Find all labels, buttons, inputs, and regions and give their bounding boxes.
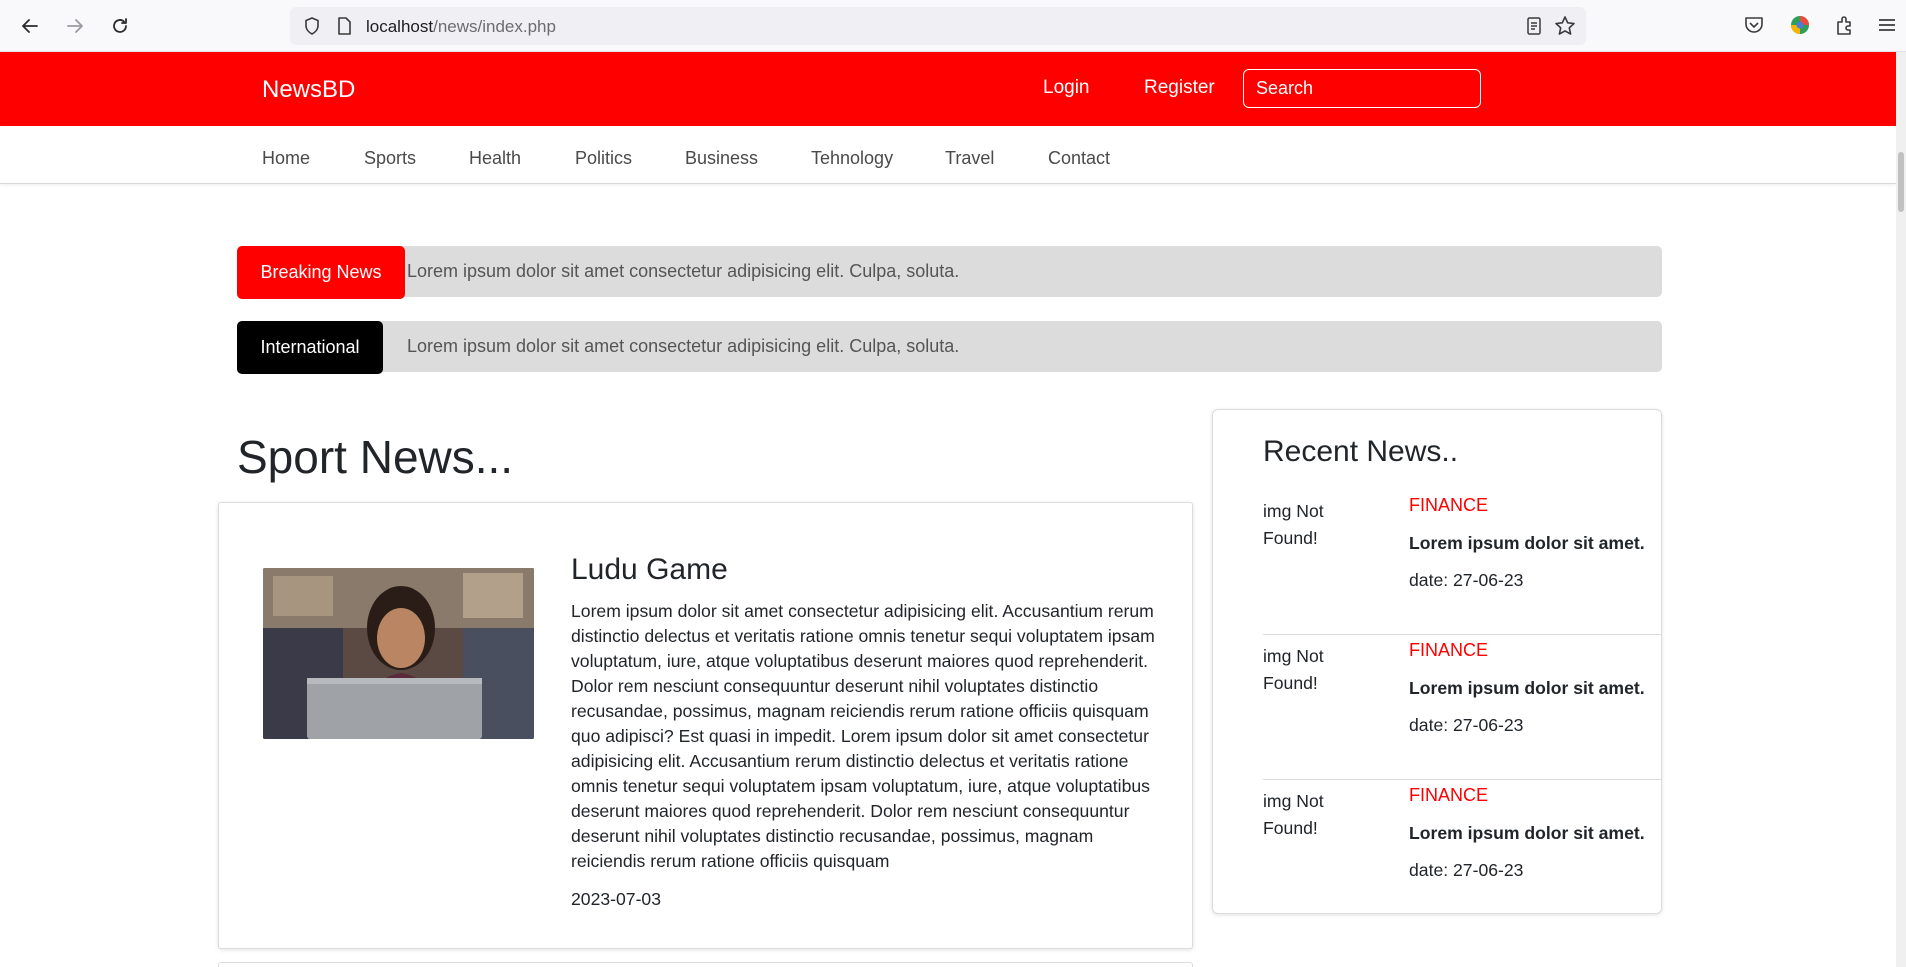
breaking-news-badge: Breaking News xyxy=(237,246,405,299)
reload-icon xyxy=(113,18,127,33)
reader-view-icon[interactable] xyxy=(1524,16,1544,36)
page-scrollbar[interactable] xyxy=(1896,52,1906,967)
international-badge: International xyxy=(237,321,383,374)
login-link[interactable]: Login xyxy=(1043,77,1090,99)
news-date: 2023-07-03 xyxy=(571,889,661,909)
sport-news-heading: Sport News... xyxy=(237,431,514,483)
recent-news-category[interactable]: FINANCE xyxy=(1409,640,1488,661)
recent-news-image-alt: img Not Found! xyxy=(1263,646,1324,693)
forward-arrow-icon xyxy=(67,19,83,33)
news-card: Ludu Game Lorem ipsum dolor sit amet con… xyxy=(218,502,1193,949)
international-text[interactable]: Lorem ipsum dolor sit amet consectetur a… xyxy=(407,336,959,357)
recent-news-date: date: 27-06-23 xyxy=(1409,570,1524,590)
url-text[interactable]: localhost/news/index.php xyxy=(366,17,556,37)
brand-logo[interactable]: NewsBD xyxy=(262,76,355,104)
nav-item-technology[interactable]: Tehnology xyxy=(811,148,893,169)
recent-news-item[interactable]: img Not Found! FINANCE Lorem ipsum dolor… xyxy=(1263,635,1661,780)
scroll-thumb[interactable] xyxy=(1898,152,1904,212)
reload-button[interactable] xyxy=(106,12,134,40)
menu-hamburger-icon[interactable] xyxy=(1876,14,1898,36)
back-button[interactable] xyxy=(16,12,44,40)
nav-item-sports[interactable]: Sports xyxy=(364,148,416,169)
browser-toolbar: localhost/news/index.php xyxy=(0,0,1906,52)
nav-item-contact[interactable]: Contact xyxy=(1048,148,1110,169)
news-title[interactable]: Ludu Game xyxy=(571,553,728,587)
page-info-icon[interactable] xyxy=(334,16,354,36)
nav-item-politics[interactable]: Politics xyxy=(575,148,632,169)
extensions-puzzle-icon[interactable] xyxy=(1834,14,1856,36)
site-header: NewsBD Login Register xyxy=(0,52,1896,126)
category-nav: Home Sports Health Politics Business Teh… xyxy=(0,126,1896,184)
recent-news-headline[interactable]: Lorem ipsum dolor sit amet. xyxy=(1409,823,1645,844)
recent-news-category[interactable]: FINANCE xyxy=(1409,785,1488,806)
nav-item-home[interactable]: Home xyxy=(262,148,310,169)
recent-news-image-alt: img Not Found! xyxy=(1263,791,1324,838)
search-input[interactable] xyxy=(1243,69,1481,108)
extension-colorful-icon[interactable] xyxy=(1789,14,1811,36)
recent-news-item[interactable]: img Not Found! FINANCE Lorem ipsum dolor… xyxy=(1263,490,1661,635)
recent-news-image-alt: img Not Found! xyxy=(1263,501,1324,548)
recent-news-headline[interactable]: Lorem ipsum dolor sit amet. xyxy=(1409,533,1645,554)
international-ticker: International Lorem ipsum dolor sit amet… xyxy=(237,321,1662,374)
recent-news-category[interactable]: FINANCE xyxy=(1409,495,1488,516)
nav-item-health[interactable]: Health xyxy=(469,148,521,169)
news-body: Lorem ipsum dolor sit amet consectetur a… xyxy=(571,601,1155,871)
back-arrow-icon xyxy=(22,19,38,33)
url-host: localhost xyxy=(366,17,434,36)
breaking-news-text[interactable]: Lorem ipsum dolor sit amet consectetur a… xyxy=(407,261,959,282)
shield-icon[interactable] xyxy=(302,16,322,36)
recent-news-item[interactable]: img Not Found! FINANCE Lorem ipsum dolor… xyxy=(1263,780,1661,913)
nav-item-travel[interactable]: Travel xyxy=(945,148,994,169)
recent-news-date: date: 27-06-23 xyxy=(1409,860,1524,880)
forward-button[interactable] xyxy=(61,12,89,40)
recent-news-heading: Recent News.. xyxy=(1263,435,1459,468)
pocket-icon[interactable] xyxy=(1743,14,1765,36)
breaking-news-ticker: Breaking News Lorem ipsum dolor sit amet… xyxy=(237,246,1662,299)
person-with-laptop-image xyxy=(263,568,534,739)
address-bar[interactable]: localhost/news/index.php xyxy=(290,7,1586,45)
nav-item-business[interactable]: Business xyxy=(685,148,758,169)
recent-news-headline[interactable]: Lorem ipsum dolor sit amet. xyxy=(1409,678,1645,699)
news-card xyxy=(218,962,1193,967)
url-path: /news/index.php xyxy=(433,17,556,36)
recent-news-date: date: 27-06-23 xyxy=(1409,715,1524,735)
bookmark-star-icon[interactable] xyxy=(1554,15,1576,37)
register-link[interactable]: Register xyxy=(1144,77,1215,99)
recent-news-panel: Recent News.. img Not Found! FINANCE Lor… xyxy=(1212,409,1662,914)
news-thumbnail[interactable] xyxy=(263,568,534,739)
